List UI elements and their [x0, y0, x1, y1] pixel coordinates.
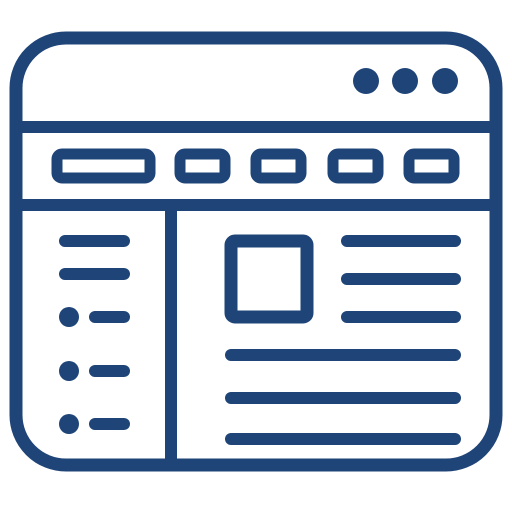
window-control-dot: [432, 68, 458, 94]
web-page-layout-icon: [9, 31, 503, 472]
window-control-dot: [353, 68, 379, 94]
sidebar-bullet: [59, 307, 79, 327]
nav-button-wide: [51, 148, 156, 184]
sidebar-bullet: [59, 361, 79, 381]
nav-button: [174, 148, 231, 184]
nav-button: [403, 148, 460, 184]
sidebar-bullet: [59, 414, 79, 434]
nav-button: [250, 148, 307, 184]
image-placeholder: [224, 234, 314, 324]
window-control-dot: [392, 68, 418, 94]
nav-button: [327, 148, 384, 184]
